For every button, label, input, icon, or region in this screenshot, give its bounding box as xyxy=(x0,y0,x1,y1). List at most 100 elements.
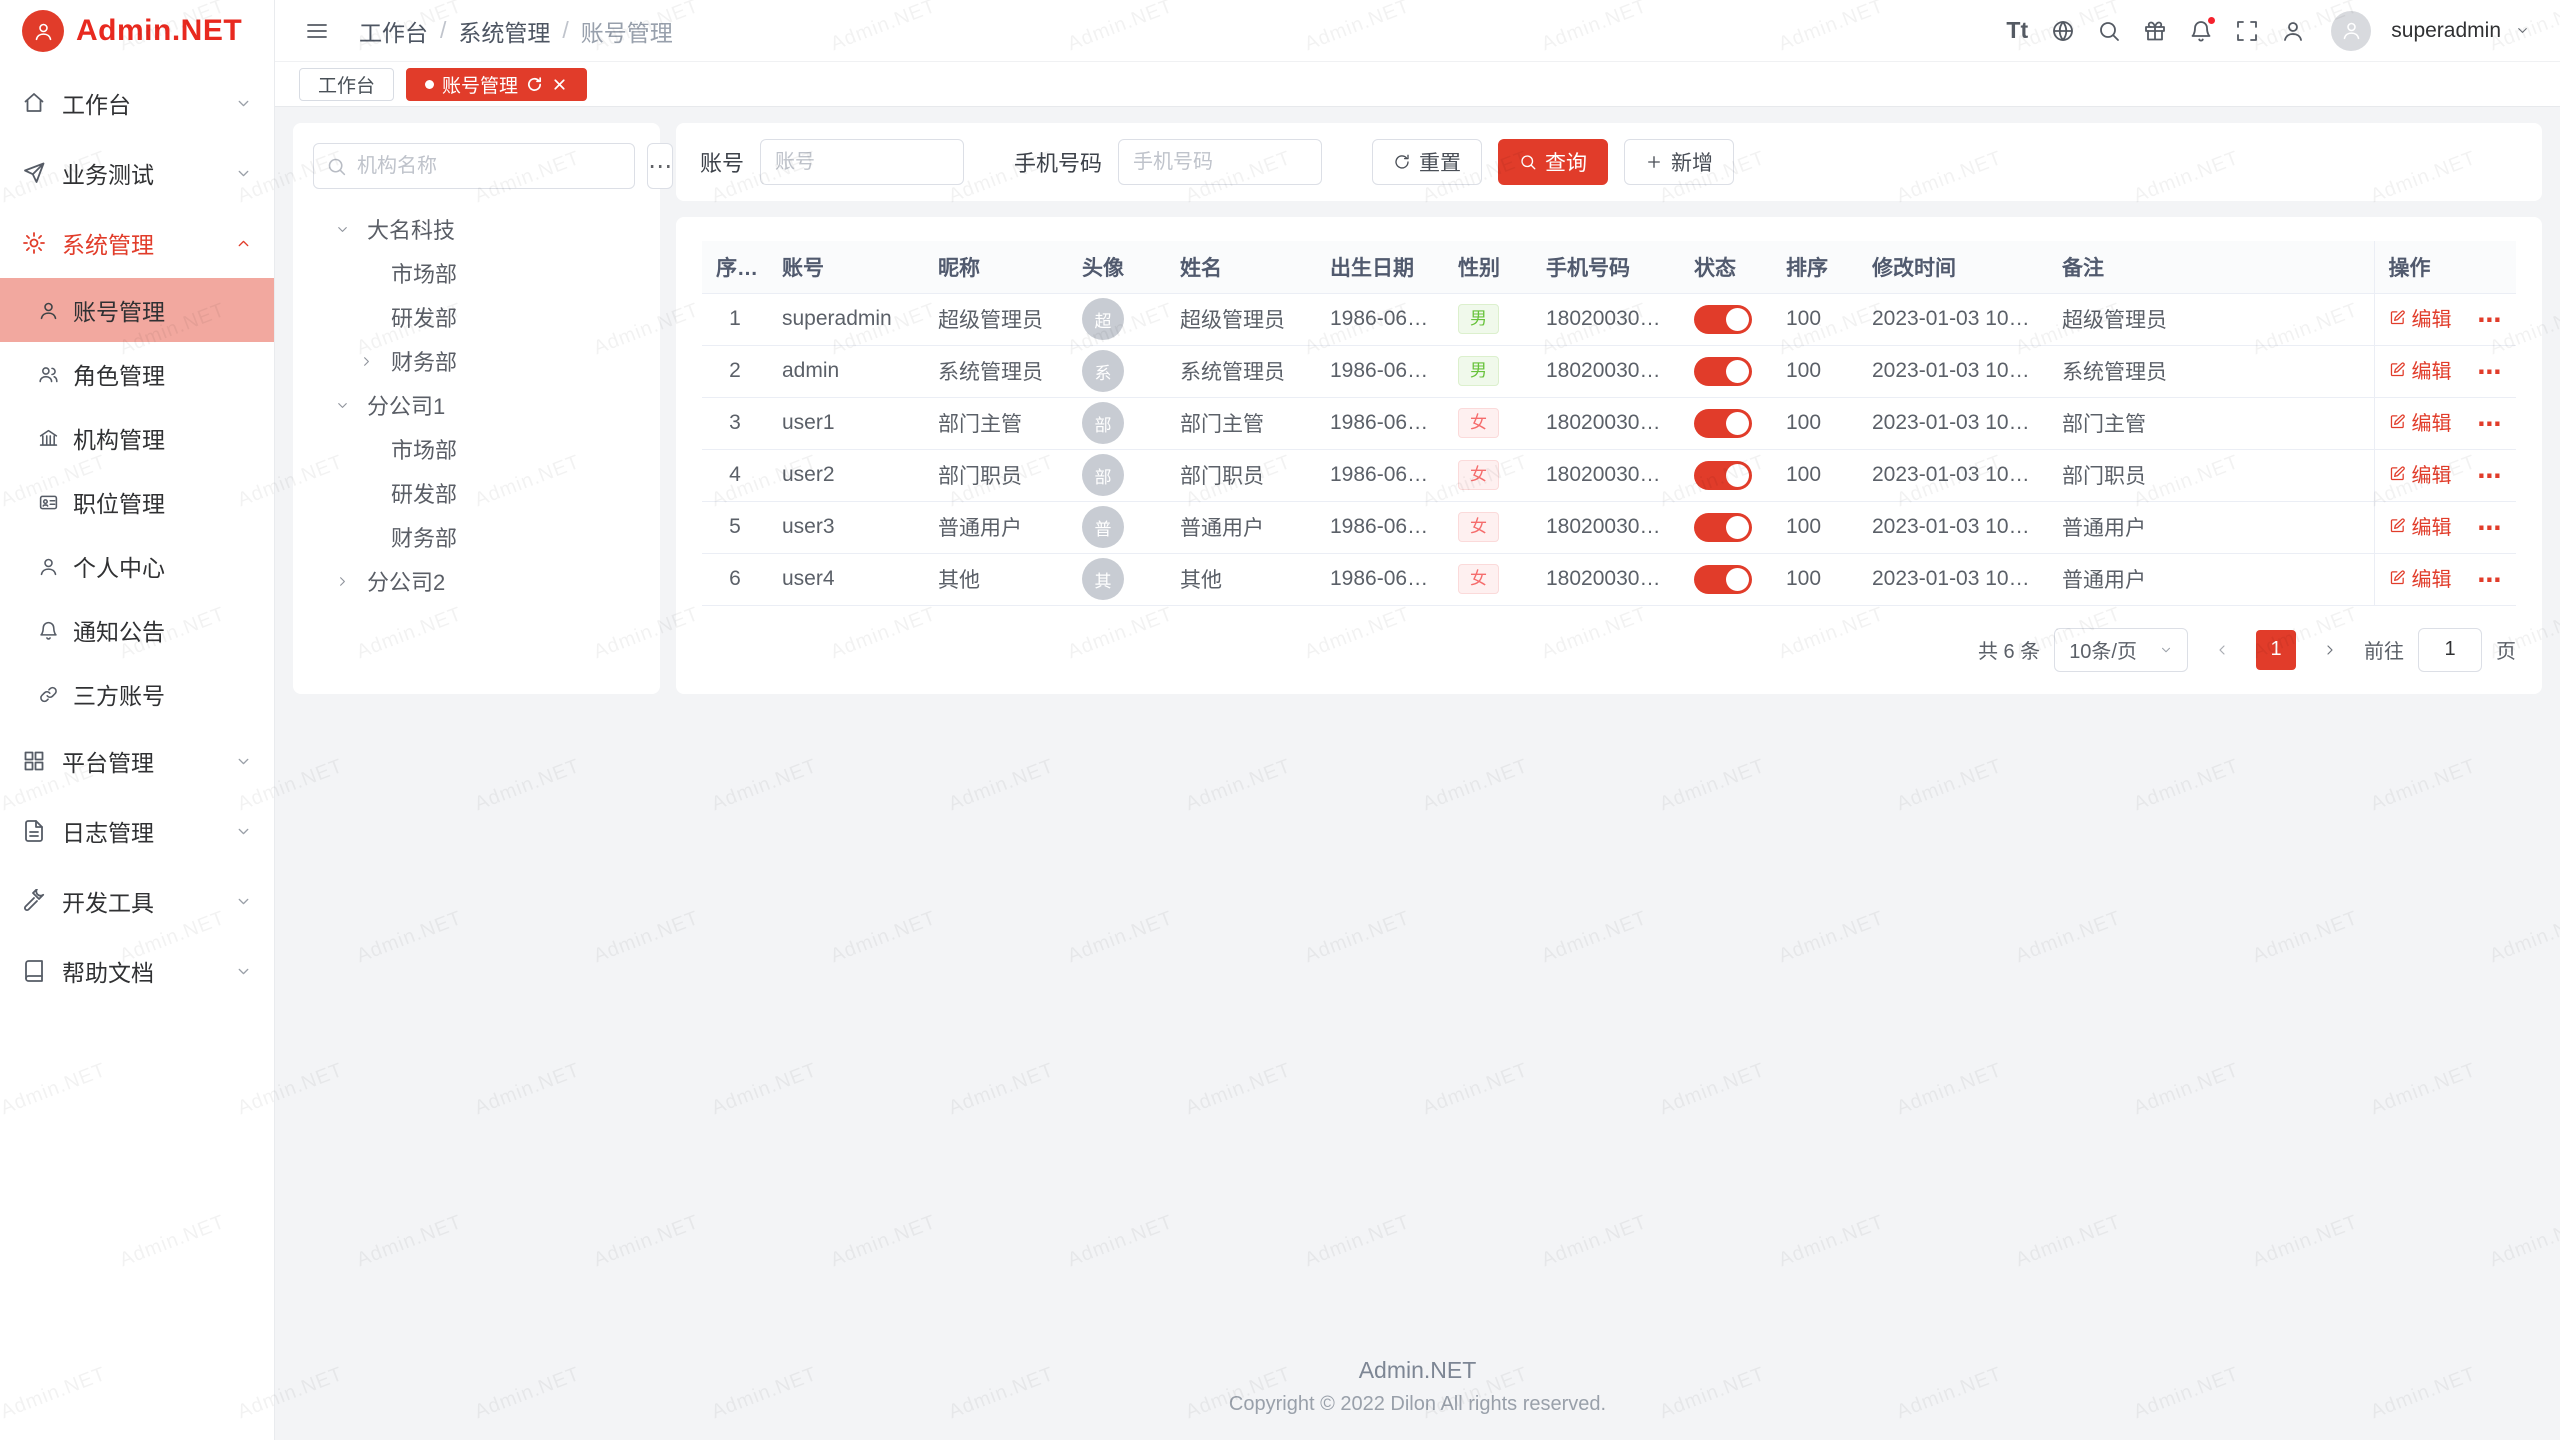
reset-button[interactable]: 重置 xyxy=(1372,139,1482,185)
gift-button[interactable] xyxy=(2137,13,2173,49)
add-button[interactable]: 新增 xyxy=(1624,139,1734,185)
row-more-button[interactable]: ⋯ xyxy=(2477,307,2501,334)
tree-more-button[interactable]: ⋯ xyxy=(647,143,673,189)
tab-workbench[interactable]: 工作台 xyxy=(299,68,394,101)
sidebar-item-org-management[interactable]: 机构管理 xyxy=(0,406,274,470)
edit-label: 编辑 xyxy=(2412,563,2452,592)
tree-node[interactable]: 研发部 xyxy=(313,295,640,339)
more-icon: ⋯ xyxy=(648,152,672,181)
edit-button[interactable]: 编辑 xyxy=(2389,511,2452,540)
col-order: 排序 xyxy=(1772,241,1858,293)
prev-page-button[interactable] xyxy=(2202,630,2242,670)
pagination: 共 6 条 10条/页 1 前 xyxy=(702,628,2516,672)
cell-birth: 1986-06-28 xyxy=(1316,501,1444,553)
goto-page-input[interactable] xyxy=(2418,628,2482,672)
language-button[interactable] xyxy=(2045,13,2081,49)
sidebar-item-help-docs[interactable]: 帮助文档 xyxy=(0,936,274,1006)
org-search-input[interactable] xyxy=(357,155,622,178)
refresh-tab-icon[interactable] xyxy=(526,76,543,93)
search-icon xyxy=(2097,19,2121,43)
accounts-table-panel: 序号 账号 昵称 头像 姓名 出生日期 性别 手机号码 状态 排序 xyxy=(676,217,2542,694)
account-input[interactable] xyxy=(760,139,964,185)
tab-account-management[interactable]: 账号管理 xyxy=(406,68,587,101)
sidebar-item-third-party-account[interactable]: 三方账号 xyxy=(0,662,274,726)
cell-modified: 2023-01-03 10:59:44 xyxy=(1858,501,2048,553)
user-avatar[interactable] xyxy=(2331,11,2371,51)
tree-node[interactable]: 财务部 xyxy=(313,515,640,559)
sidebar-item-business-test[interactable]: 业务测试 xyxy=(0,138,274,208)
search-icon xyxy=(1519,153,1537,171)
sidebar-item-notice[interactable]: 通知公告 xyxy=(0,598,274,662)
edit-button[interactable]: 编辑 xyxy=(2389,355,2452,384)
org-search-box xyxy=(313,143,635,189)
tree-node[interactable]: 大名科技 xyxy=(313,207,640,251)
row-more-button[interactable]: ⋯ xyxy=(2477,463,2501,490)
status-toggle[interactable] xyxy=(1694,565,1752,594)
close-tab-icon[interactable] xyxy=(551,76,568,93)
edit-button[interactable]: 编辑 xyxy=(2389,407,2452,436)
sidebar-item-account-management[interactable]: 账号管理 xyxy=(0,278,274,342)
cell-no: 5 xyxy=(702,501,768,553)
status-toggle[interactable] xyxy=(1694,305,1752,334)
gender-tag: 女 xyxy=(1458,512,1499,541)
sidebar-item-system-management[interactable]: 系统管理 xyxy=(0,208,274,278)
row-more-button[interactable]: ⋯ xyxy=(2477,567,2501,594)
row-more-button[interactable]: ⋯ xyxy=(2477,515,2501,542)
breadcrumb-item[interactable]: 系统管理 xyxy=(458,14,550,48)
font-size-button[interactable]: Tt xyxy=(1999,13,2035,49)
gender-tag: 女 xyxy=(1458,408,1499,437)
breadcrumb: 工作台 / 系统管理 / 账号管理 xyxy=(359,14,673,48)
status-toggle[interactable] xyxy=(1694,513,1752,542)
tree-node[interactable]: 财务部 xyxy=(313,339,640,383)
status-toggle[interactable] xyxy=(1694,409,1752,438)
row-more-button[interactable]: ⋯ xyxy=(2477,411,2501,438)
edit-button[interactable]: 编辑 xyxy=(2389,303,2452,332)
breadcrumb-item[interactable]: 工作台 xyxy=(359,14,428,48)
tree-node[interactable]: 分公司1 xyxy=(313,383,640,427)
page-size-select[interactable]: 10条/页 xyxy=(2054,628,2188,672)
sidebar-item-dev-tools[interactable]: 开发工具 xyxy=(0,866,274,936)
page-footer: Admin.NET Copyright © 2022 Dilon All rig… xyxy=(293,1357,2542,1440)
phone-input[interactable] xyxy=(1118,139,1322,185)
next-page-button[interactable] xyxy=(2310,630,2350,670)
status-toggle[interactable] xyxy=(1694,461,1752,490)
username[interactable]: superadmin xyxy=(2391,19,2501,43)
sidebar-item-workbench[interactable]: 工作台 xyxy=(0,68,274,138)
notifications-button[interactable] xyxy=(2183,13,2219,49)
fullscreen-button[interactable] xyxy=(2229,13,2265,49)
edit-button[interactable]: 编辑 xyxy=(2389,563,2452,592)
search-button[interactable]: 查询 xyxy=(1498,139,1608,185)
global-search-button[interactable] xyxy=(2091,13,2127,49)
tree-node[interactable]: 分公司2 xyxy=(313,559,640,603)
sidebar-item-log-management[interactable]: 日志管理 xyxy=(0,796,274,866)
caret-right-icon[interactable] xyxy=(359,354,391,369)
edit-button[interactable]: 编辑 xyxy=(2389,459,2452,488)
collapse-menu-button[interactable] xyxy=(299,13,335,49)
sidebar-item-personal-center[interactable]: 个人中心 xyxy=(0,534,274,598)
page-number-button[interactable]: 1 xyxy=(2256,630,2296,670)
row-more-button[interactable]: ⋯ xyxy=(2477,359,2501,386)
chevron-down-icon[interactable] xyxy=(2515,23,2530,38)
gender-tag: 女 xyxy=(1458,564,1499,593)
logo-glyph-icon xyxy=(33,21,54,42)
chevron-down-icon xyxy=(235,165,252,182)
status-toggle[interactable] xyxy=(1694,357,1752,386)
gear-icon xyxy=(22,231,46,255)
sidebar-item-role-management[interactable]: 角色管理 xyxy=(0,342,274,406)
col-birth: 出生日期 xyxy=(1316,241,1444,293)
caret-down-icon[interactable] xyxy=(335,398,367,413)
tree-node[interactable]: 研发部 xyxy=(313,471,640,515)
profile-button[interactable] xyxy=(2275,13,2311,49)
sidebar-item-platform-management[interactable]: 平台管理 xyxy=(0,726,274,796)
cell-phone: 18020030720 xyxy=(1532,397,1680,449)
sidebar-item-post-management[interactable]: 职位管理 xyxy=(0,470,274,534)
plus-icon xyxy=(1645,153,1663,171)
caret-right-icon[interactable] xyxy=(335,574,367,589)
tree-node[interactable]: 市场部 xyxy=(313,427,640,471)
tree-node[interactable]: 市场部 xyxy=(313,251,640,295)
caret-down-icon[interactable] xyxy=(335,222,367,237)
cell-account: user4 xyxy=(768,553,924,605)
account-label: 账号 xyxy=(700,146,744,178)
edit-label: 编辑 xyxy=(2412,407,2452,436)
logo[interactable]: Admin.NET xyxy=(0,0,274,62)
